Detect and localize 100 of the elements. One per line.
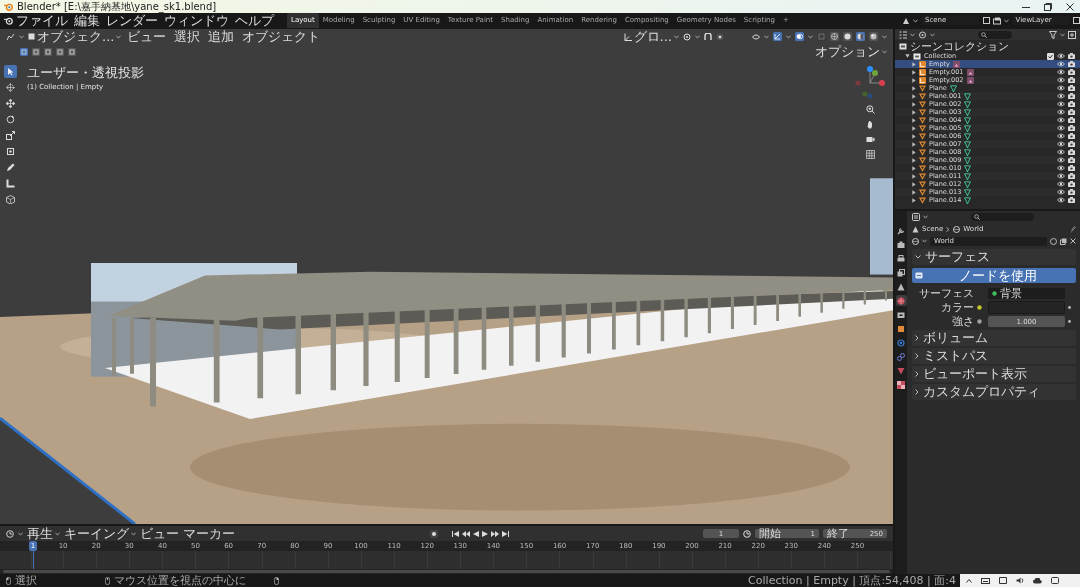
filter-view-icon[interactable] [918,30,927,39]
display-mode-icon[interactable] [899,30,907,39]
tool-button[interactable] [4,177,17,190]
panel-header[interactable]: ミストパス [912,348,1076,364]
caret-icon[interactable] [764,34,769,39]
panel-header[interactable]: サーフェス [912,249,1076,265]
eye-icon[interactable] [1057,189,1065,195]
clock-editor-icon[interactable] [6,529,14,538]
caret-icon[interactable] [674,34,679,39]
proportional-edit-icon[interactable] [716,32,724,41]
orientation-dropdown[interactable]: グロ... [623,29,679,46]
previous-keyframe-icon[interactable] [461,530,470,537]
caret-icon[interactable] [55,531,60,536]
eye-icon[interactable] [1057,61,1065,67]
jump-start-icon[interactable] [451,530,459,537]
menu-item[interactable]: ヘルプ [232,13,277,28]
caret-icon[interactable] [930,32,935,37]
tool-button[interactable] [4,193,17,206]
search-field[interactable] [971,213,1034,221]
collapse-arrow-icon[interactable] [905,54,910,58]
gizmo-icon[interactable] [773,32,782,41]
camera-icon[interactable] [1068,53,1075,59]
eye-icon[interactable] [1057,141,1065,147]
pivot-icon[interactable] [683,32,691,41]
camera-icon[interactable] [1068,197,1075,203]
tool-button[interactable] [4,65,17,78]
menu-item[interactable]: 選択 [172,29,203,46]
camera-icon[interactable] [1068,69,1075,75]
eye-icon[interactable] [1057,93,1065,99]
caret-icon[interactable] [19,34,24,39]
panel-header[interactable]: ビューポート表示 [912,366,1076,382]
overlay-icon[interactable] [795,32,804,41]
properties-tab[interactable] [895,267,907,278]
camera-icon[interactable] [1068,85,1075,91]
caret-icon[interactable] [18,531,23,536]
caret-icon[interactable] [882,34,887,39]
world-icon[interactable] [912,237,919,245]
caret-icon[interactable] [913,18,918,23]
wireframe-shading-icon[interactable] [830,32,839,41]
restore-icon[interactable] [1044,2,1052,11]
properties-tab[interactable] [895,379,907,390]
caret-icon[interactable] [695,34,700,39]
camera-icon[interactable] [1068,165,1075,171]
properties-tab[interactable] [895,295,907,306]
close-icon[interactable] [1070,238,1076,244]
camera-view-icon[interactable] [865,135,875,144]
view-layer-icon[interactable] [992,16,1001,25]
eye-icon[interactable] [1057,173,1065,179]
menu-button[interactable]: ビュー [140,526,179,543]
panel-header[interactable]: ボリューム [912,330,1076,346]
new-collection-icon[interactable] [1068,30,1076,39]
camera-icon[interactable] [1068,101,1075,107]
properties-tab[interactable] [895,323,907,334]
snap-icon[interactable] [704,32,712,41]
tool-button[interactable] [4,129,17,142]
blender-menu-icon[interactable] [4,16,13,25]
eye-icon[interactable] [1057,133,1065,139]
menu-button[interactable]: マーカー [183,526,235,543]
camera-icon[interactable] [1068,109,1075,115]
camera-icon[interactable] [1068,93,1075,99]
caret-icon[interactable] [116,34,122,39]
selection-mode-icon[interactable] [56,47,64,56]
exclude-checkbox-icon[interactable] [1047,52,1054,60]
camera-icon[interactable] [1068,117,1075,123]
scene-icon[interactable] [902,16,910,25]
keyframe-dot-icon[interactable] [1068,320,1071,323]
close-icon[interactable] [1066,2,1074,11]
caret-icon[interactable] [882,49,887,54]
use-nodes-button[interactable]: ノードを使用 [912,268,1076,283]
search-field[interactable] [978,30,1012,39]
camera-icon[interactable] [1068,77,1075,83]
properties-tab[interactable] [895,337,907,348]
eye-icon[interactable] [1057,109,1065,115]
eye-icon[interactable] [1057,69,1065,75]
camera-icon[interactable] [1068,157,1075,163]
keyframe-dot-icon[interactable] [1068,306,1071,309]
camera-icon[interactable] [1068,133,1075,139]
eye-icon[interactable] [1057,53,1065,59]
tool-button[interactable] [4,97,17,110]
speaker-icon[interactable] [1016,577,1024,584]
selection-mode-icon[interactable] [32,47,40,56]
outliner-item[interactable]: シーンコレクション [895,40,1080,52]
grid-icon[interactable] [865,150,875,159]
camera-icon[interactable] [1068,61,1075,67]
camera-icon[interactable] [1068,189,1075,195]
eye-icon[interactable] [1057,101,1065,107]
caret-icon[interactable] [1060,32,1065,37]
chevron-up-icon[interactable] [966,578,972,583]
properties-tab[interactable] [895,239,907,250]
caret-icon[interactable] [131,531,136,536]
caret-icon[interactable] [786,34,791,39]
menu-item[interactable]: ウィンドウ [161,13,232,28]
visibility-icon[interactable] [752,32,760,41]
rendered-shading-icon[interactable] [869,32,878,41]
caret-icon[interactable] [922,239,927,243]
caret-icon[interactable] [923,215,928,219]
eye-icon[interactable] [1057,149,1065,155]
menu-item[interactable]: オブジェクト [240,29,323,46]
solid-shading-icon[interactable] [843,32,852,41]
eye-icon[interactable] [1057,117,1065,123]
